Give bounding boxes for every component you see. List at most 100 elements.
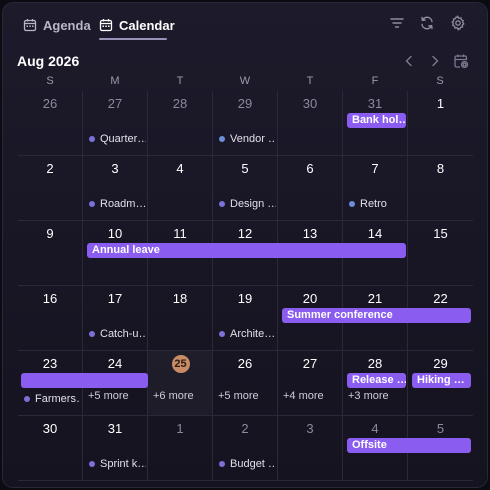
- event-bar[interactable]: [21, 373, 148, 388]
- day-cell[interactable]: 26: [18, 91, 83, 156]
- day-number[interactable]: 8: [408, 161, 473, 176]
- day-number[interactable]: 27: [278, 356, 342, 371]
- event-item[interactable]: Archite…: [219, 327, 276, 341]
- day-cell[interactable]: 27: [278, 351, 343, 416]
- tab-calendar[interactable]: Calendar: [99, 13, 175, 37]
- tab-agenda[interactable]: Agenda: [23, 13, 91, 37]
- day-cell[interactable]: 8: [408, 156, 473, 221]
- day-cell[interactable]: 3: [278, 416, 343, 481]
- chevron-left-icon[interactable]: [401, 53, 417, 69]
- event-item[interactable]: Roadm…: [89, 197, 146, 211]
- day-number[interactable]: 12: [213, 226, 277, 241]
- day-number[interactable]: 21: [343, 291, 407, 306]
- day-number[interactable]: 1: [148, 421, 212, 436]
- day-cell[interactable]: 18: [148, 286, 213, 351]
- day-number[interactable]: 14: [343, 226, 407, 241]
- day-number[interactable]: 9: [18, 226, 82, 241]
- day-cell[interactable]: 1: [408, 91, 473, 156]
- event-item[interactable]: Design …: [219, 197, 276, 211]
- day-number[interactable]: 30: [18, 421, 82, 436]
- day-number[interactable]: 22: [408, 291, 473, 306]
- event-bar[interactable]: Hiking …: [412, 373, 471, 388]
- day-number[interactable]: 1: [408, 96, 473, 111]
- day-cell[interactable]: 15: [408, 221, 473, 286]
- more-events-link[interactable]: +5 more: [88, 390, 129, 402]
- day-number[interactable]: 20: [278, 291, 342, 306]
- day-number[interactable]: 3: [278, 421, 342, 436]
- day-number[interactable]: 18: [148, 291, 212, 306]
- day-number[interactable]: 11: [148, 226, 212, 241]
- day-number[interactable]: 2: [18, 161, 82, 176]
- day-number[interactable]: 28: [148, 96, 212, 111]
- event-item[interactable]: Farmers…: [24, 392, 81, 406]
- day-cell[interactable]: 16: [18, 286, 83, 351]
- day-cell[interactable]: 19: [213, 286, 278, 351]
- day-number[interactable]: 19: [213, 291, 277, 306]
- day-number[interactable]: 7: [343, 161, 407, 176]
- day-number[interactable]: 31: [83, 421, 147, 436]
- day-number[interactable]: 2: [213, 421, 277, 436]
- day-number[interactable]: 28: [343, 356, 407, 371]
- day-cell[interactable]: 6: [278, 156, 343, 221]
- day-cell[interactable]: 5: [213, 156, 278, 221]
- day-cell[interactable]: 2: [18, 156, 83, 221]
- event-bar[interactable]: Offsite: [347, 438, 471, 453]
- day-cell[interactable]: 30: [278, 91, 343, 156]
- event-label: Vendor …: [230, 133, 276, 145]
- day-number[interactable]: 26: [213, 356, 277, 371]
- day-number[interactable]: 26: [18, 96, 82, 111]
- more-events-link[interactable]: +5 more: [218, 390, 259, 402]
- day-cell[interactable]: 29: [213, 91, 278, 156]
- event-item[interactable]: Quarter…: [89, 132, 146, 146]
- more-events-link[interactable]: +6 more: [153, 390, 194, 402]
- refresh-icon[interactable]: [419, 15, 435, 31]
- day-number[interactable]: 13: [278, 226, 342, 241]
- day-cell[interactable]: 7: [343, 156, 408, 221]
- day-cell[interactable]: 4: [148, 156, 213, 221]
- more-events-link[interactable]: +4 more: [283, 390, 324, 402]
- event-bar[interactable]: Annual leave: [87, 243, 406, 258]
- gear-icon[interactable]: [450, 15, 466, 31]
- day-number[interactable]: 4: [343, 421, 407, 436]
- day-number[interactable]: 5: [408, 421, 473, 436]
- day-number[interactable]: 30: [278, 96, 342, 111]
- day-number[interactable]: 5: [213, 161, 277, 176]
- filter-icon[interactable]: [389, 15, 405, 31]
- day-cell[interactable]: 27: [83, 91, 148, 156]
- day-number[interactable]: 29: [408, 356, 473, 371]
- event-bar[interactable]: Bank hol…: [347, 113, 406, 128]
- day-cell[interactable]: 17: [83, 286, 148, 351]
- today-badge[interactable]: 25: [171, 355, 190, 373]
- day-cell[interactable]: 30: [18, 416, 83, 481]
- day-cell[interactable]: 9: [18, 221, 83, 286]
- day-cell[interactable]: 31: [83, 416, 148, 481]
- day-number[interactable]: 10: [83, 226, 147, 241]
- event-bar[interactable]: Summer conference: [282, 308, 471, 323]
- event-item[interactable]: Budget …: [219, 457, 276, 471]
- chevron-right-icon[interactable]: [427, 53, 443, 69]
- day-number[interactable]: 29: [213, 96, 277, 111]
- day-cell[interactable]: 28: [148, 91, 213, 156]
- day-cell[interactable]: 2: [213, 416, 278, 481]
- day-cell[interactable]: 1: [148, 416, 213, 481]
- day-number[interactable]: 27: [83, 96, 147, 111]
- event-bar[interactable]: Release …: [347, 373, 406, 388]
- event-item[interactable]: Retro: [349, 197, 406, 211]
- more-events-link[interactable]: +3 more: [348, 390, 389, 402]
- day-number[interactable]: 23: [18, 356, 82, 371]
- day-cell[interactable]: 25: [148, 351, 213, 416]
- calendar-settings-icon[interactable]: [453, 53, 469, 69]
- event-item[interactable]: Sprint k…: [89, 457, 146, 471]
- event-item[interactable]: Vendor …: [219, 132, 276, 146]
- day-cell[interactable]: 26: [213, 351, 278, 416]
- day-number[interactable]: 15: [408, 226, 473, 241]
- day-cell[interactable]: 3: [83, 156, 148, 221]
- day-number[interactable]: 16: [18, 291, 82, 306]
- day-number[interactable]: 6: [278, 161, 342, 176]
- day-number[interactable]: 17: [83, 291, 147, 306]
- day-number[interactable]: 24: [83, 356, 147, 371]
- event-item[interactable]: Catch-u…: [89, 327, 146, 341]
- day-number[interactable]: 4: [148, 161, 212, 176]
- day-number[interactable]: 3: [83, 161, 147, 176]
- day-number[interactable]: 31: [343, 96, 407, 111]
